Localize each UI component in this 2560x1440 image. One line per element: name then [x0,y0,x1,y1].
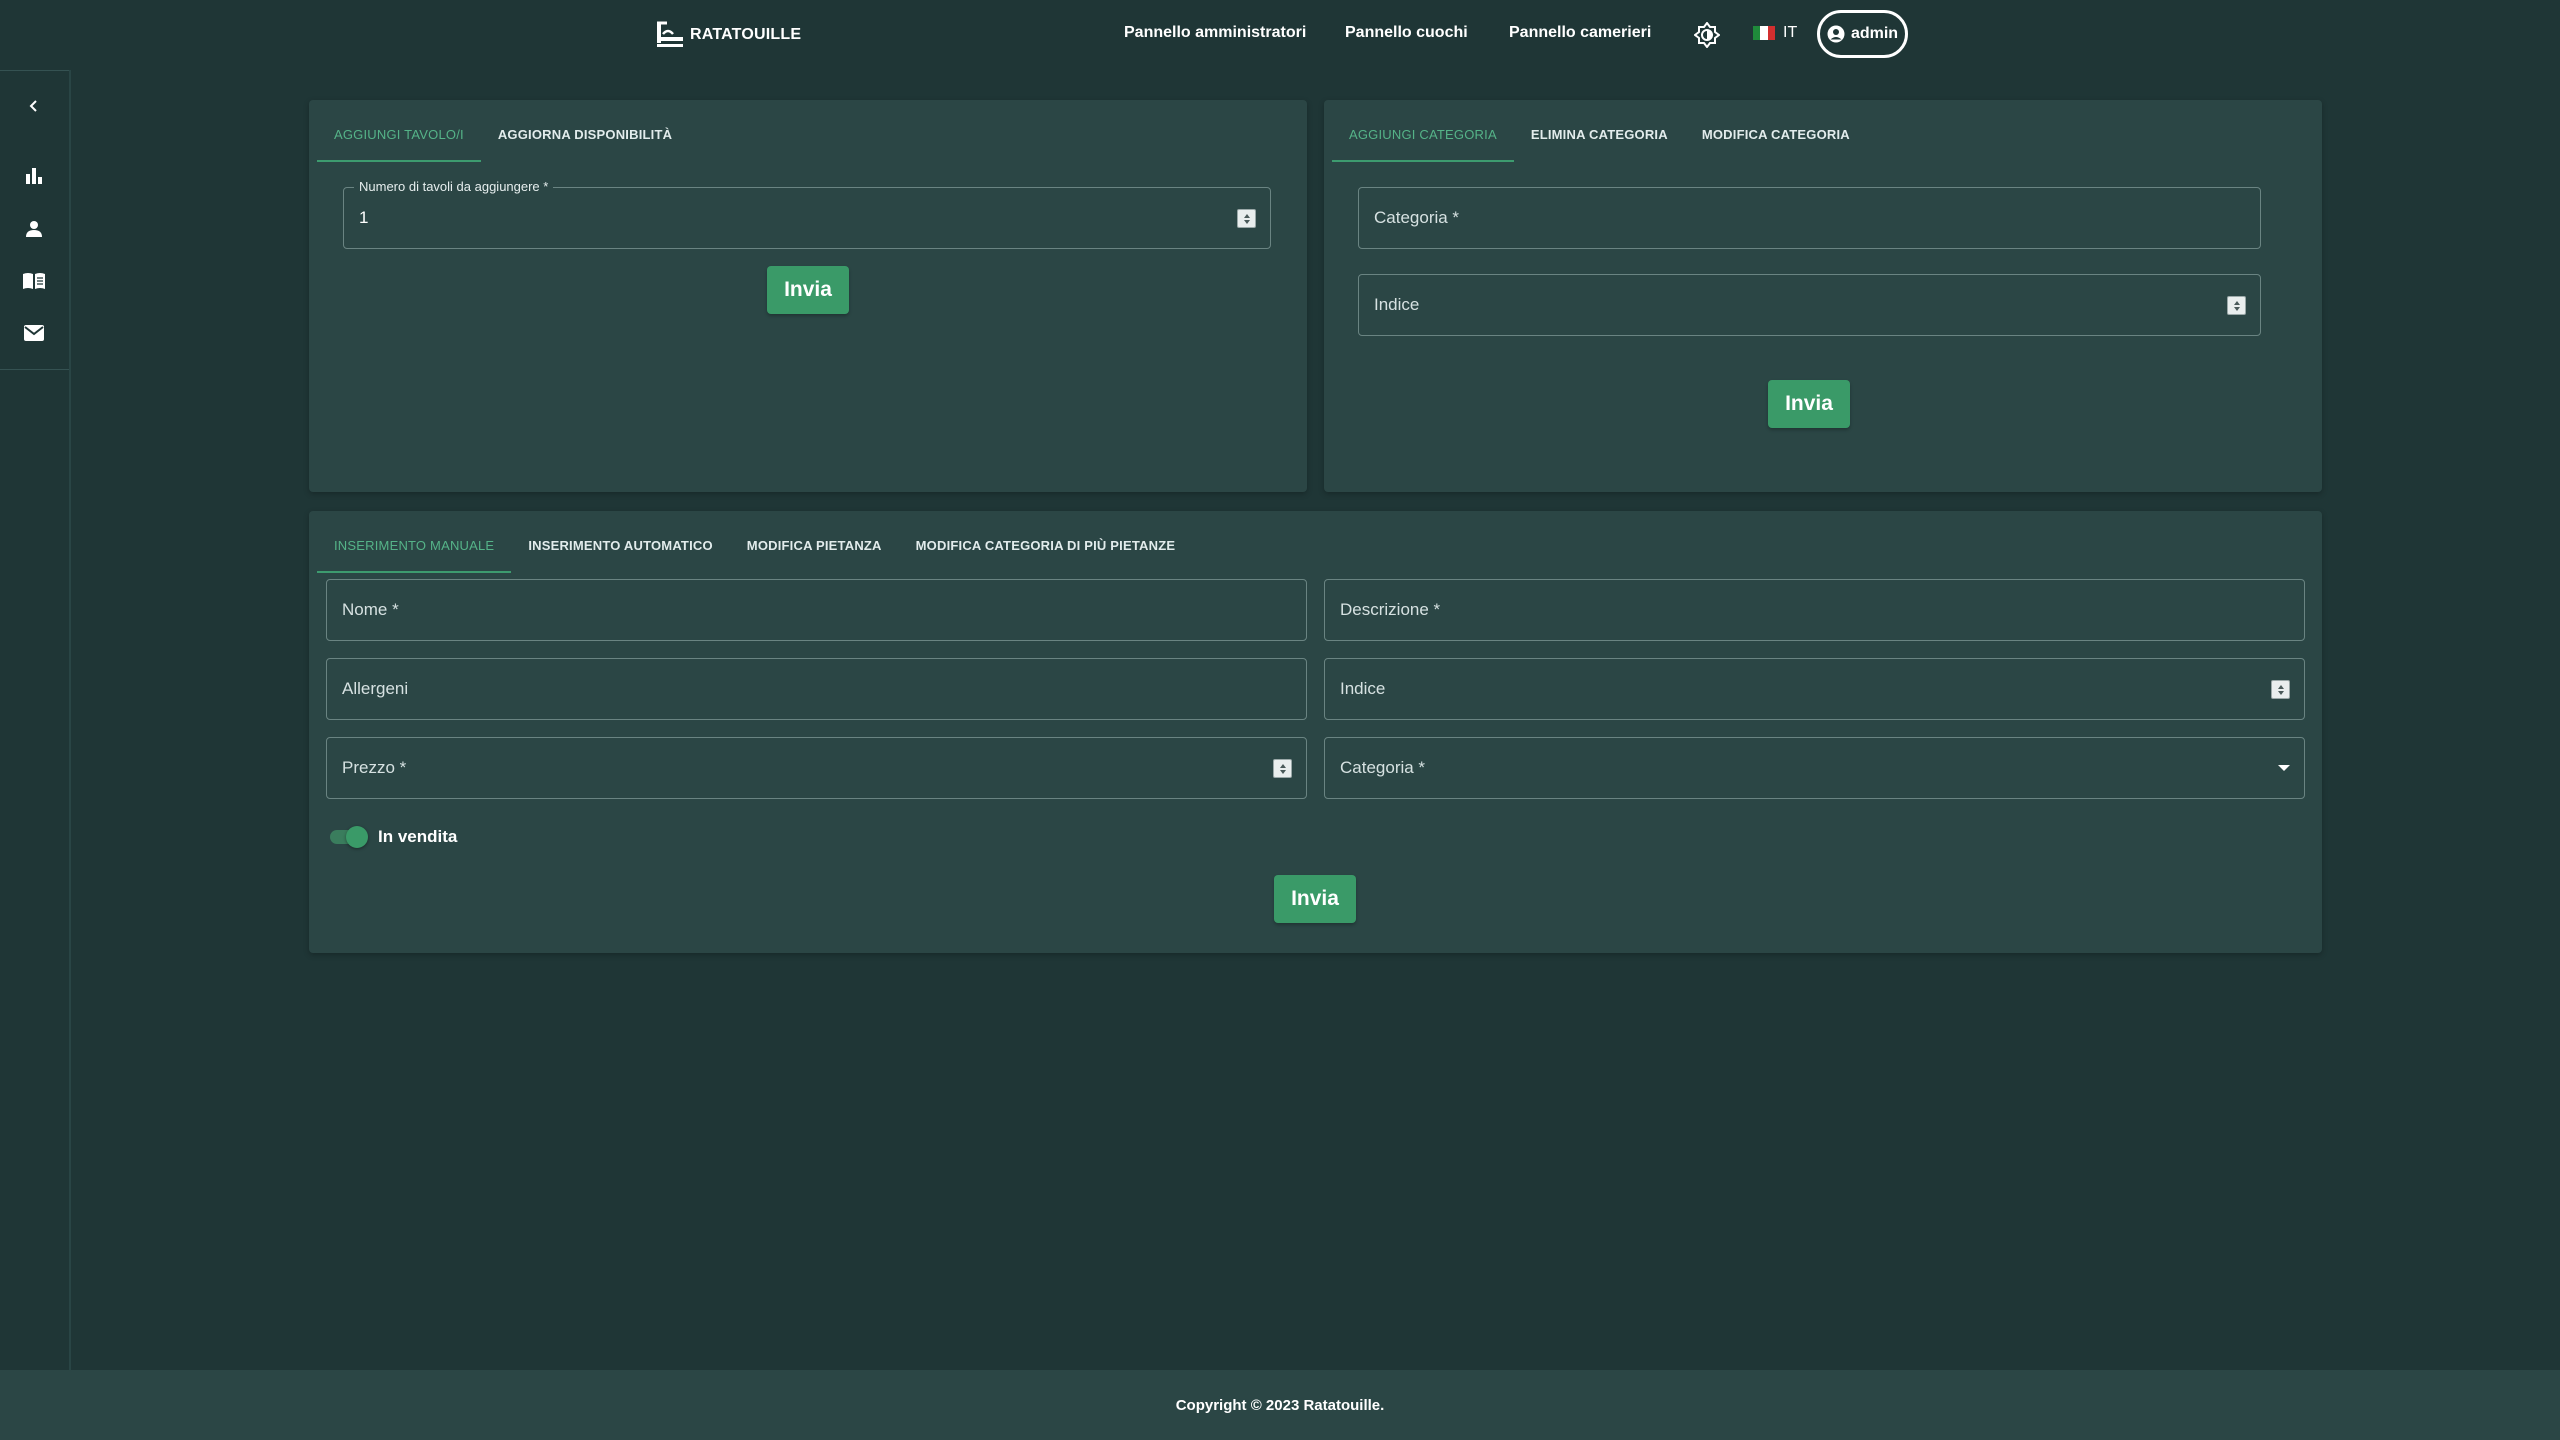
menu-book-icon [23,273,45,289]
tables-tabs: AGGIUNGI TAVOLO/I AGGIORNA DISPONIBILITÀ [317,120,689,162]
person-icon [26,221,42,237]
sidebar-item-statistics[interactable] [20,162,48,190]
dish-index-stepper[interactable] [2271,680,2290,699]
theme-toggle-button[interactable] [1692,20,1722,50]
dish-index-placeholder: Indice [1340,679,1386,698]
index-stepper[interactable] [2227,296,2246,315]
category-index-placeholder: Indice [1374,295,1420,314]
number-stepper[interactable] [1237,209,1256,228]
tab-edit-dish[interactable]: MODIFICA PIETANZA [730,531,899,573]
tab-add-category[interactable]: AGGIUNGI CATEGORIA [1332,120,1514,162]
footer: Copyright © 2023 Ratatouille. [0,1370,2560,1440]
category-name-placeholder: Categoria * [1374,208,1460,227]
tab-add-tables[interactable]: AGGIUNGI TAVOLO/I [317,120,481,162]
submit-dish-button[interactable]: Invia [1274,875,1356,923]
dish-index-field[interactable]: Indice [1324,658,2305,720]
number-of-tables-field[interactable]: Numero di tavoli da aggiungere * 1 [343,179,1271,249]
dish-name-placeholder: Nome * [342,600,399,619]
on-sale-toggle[interactable] [328,826,370,848]
toggle-thumb [346,826,368,848]
brightness-icon [1694,22,1720,48]
user-menu-button[interactable]: admin [1817,10,1908,58]
dish-price-field[interactable]: Prezzo * [326,737,1307,799]
user-name: admin [1850,25,1899,42]
sidebar-item-menu[interactable] [20,267,48,295]
copyright-text: Copyright © 2023 Ratatouille. [1175,1396,1385,1414]
account-circle-icon [1827,25,1845,43]
dish-category-select[interactable]: Categoria * [1324,737,2305,799]
dish-description-placeholder: Descrizione * [1340,600,1441,619]
top-navigation-bar: RATATOUILLE Pannello amministratori Pann… [0,0,2560,70]
sidebar-item-messages[interactable] [20,319,48,347]
dish-card: INSERIMENTO MANUALE INSERIMENTO AUTOMATI… [309,511,2322,953]
sidebar [0,70,71,1370]
category-name-field[interactable]: Categoria * [1358,187,2261,249]
language-selector[interactable]: IT [1753,24,1797,42]
brand-name: RATATOUILLE [690,26,802,43]
tables-card: AGGIUNGI TAVOLO/I AGGIORNA DISPONIBILITÀ… [309,100,1307,492]
sidebar-item-users[interactable] [20,215,48,243]
dropdown-arrow-icon [2278,765,2290,771]
collapse-sidebar-button[interactable] [20,92,48,120]
chef-logo-icon [657,21,683,47]
tab-delete-category[interactable]: ELIMINA CATEGORIA [1514,120,1685,162]
category-index-field[interactable]: Indice [1358,274,2261,336]
category-card: AGGIUNGI CATEGORIA ELIMINA CATEGORIA MOD… [1324,100,2322,492]
tab-update-availability[interactable]: AGGIORNA DISPONIBILITÀ [481,120,689,162]
nav-waiters-panel[interactable]: Pannello camerieri [1509,24,1651,42]
price-stepper[interactable] [1273,759,1292,778]
tab-edit-category[interactable]: MODIFICA CATEGORIA [1685,120,1867,162]
on-sale-label: In vendita [378,827,458,846]
submit-category-button[interactable]: Invia [1768,380,1850,428]
category-tabs: AGGIUNGI CATEGORIA ELIMINA CATEGORIA MOD… [1332,120,1867,162]
nav-admin-panel[interactable]: Pannello amministratori [1124,24,1306,42]
number-of-tables-label: Numero di tavoli da aggiungere * [354,179,554,194]
tab-automatic-entry[interactable]: INSERIMENTO AUTOMATICO [511,531,729,573]
number-of-tables-value: 1 [359,208,369,227]
dish-description-field[interactable]: Descrizione * [1324,579,2305,641]
dish-allergens-placeholder: Allergeni [342,679,409,698]
dish-tabs: INSERIMENTO MANUALE INSERIMENTO AUTOMATI… [317,531,1192,573]
dish-price-placeholder: Prezzo * [342,758,407,777]
submit-tables-button[interactable]: Invia [767,266,849,314]
mail-icon [24,325,44,341]
chevron-left-icon [29,100,37,112]
dish-allergens-field[interactable]: Allergeni [326,658,1307,720]
tab-edit-multiple-categories[interactable]: MODIFICA CATEGORIA DI PIÙ PIETANZE [899,531,1193,573]
brand-logo[interactable]: RATATOUILLE [654,18,801,52]
nav-cooks-panel[interactable]: Pannello cuochi [1345,24,1468,42]
italy-flag-icon [1753,26,1775,40]
bar-chart-icon [26,168,42,184]
tab-manual-entry[interactable]: INSERIMENTO MANUALE [317,531,512,573]
dish-category-placeholder: Categoria * [1340,758,1426,777]
language-code: IT [1783,24,1798,41]
dish-name-field[interactable]: Nome * [326,579,1307,641]
